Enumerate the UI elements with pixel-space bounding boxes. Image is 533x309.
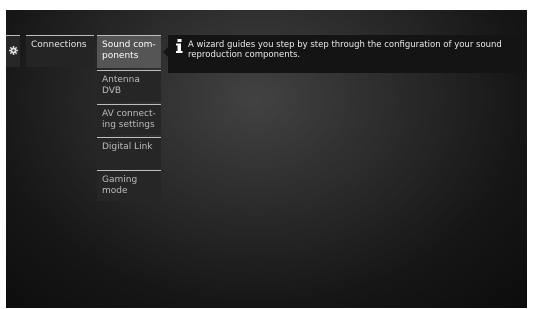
- tv-screen: Connections Sound com- ponents Antenna D…: [6, 10, 527, 308]
- info-panel: A wizard guides you step by step through…: [163, 35, 527, 73]
- info-pointer: [163, 47, 168, 57]
- info-icon: [176, 39, 183, 53]
- menu-item-connections[interactable]: Connections: [26, 35, 94, 67]
- submenu-item-label: Digital Link: [102, 142, 153, 152]
- submenu-item-label: Antenna DVB: [102, 75, 140, 96]
- submenu-item-antenna-dvb[interactable]: Antenna DVB: [97, 70, 161, 102]
- submenu-item-label: AV connect- ing settings: [102, 109, 156, 130]
- gear-icon: [9, 46, 18, 55]
- submenu-item-gaming-mode[interactable]: Gaming mode: [97, 170, 161, 201]
- submenu-item-label: Gaming mode: [102, 175, 138, 196]
- settings-tile[interactable]: [6, 35, 20, 67]
- submenu-item-sound-components[interactable]: Sound com- ponents: [97, 35, 161, 68]
- menu-item-label: Connections: [31, 40, 87, 50]
- info-text: A wizard guides you step by step through…: [188, 40, 502, 60]
- submenu-item-av-connecting-settings[interactable]: AV connect- ing settings: [97, 104, 161, 135]
- submenu-item-label: Sound com- ponents: [102, 40, 156, 61]
- submenu-item-digital-link[interactable]: Digital Link: [97, 137, 161, 169]
